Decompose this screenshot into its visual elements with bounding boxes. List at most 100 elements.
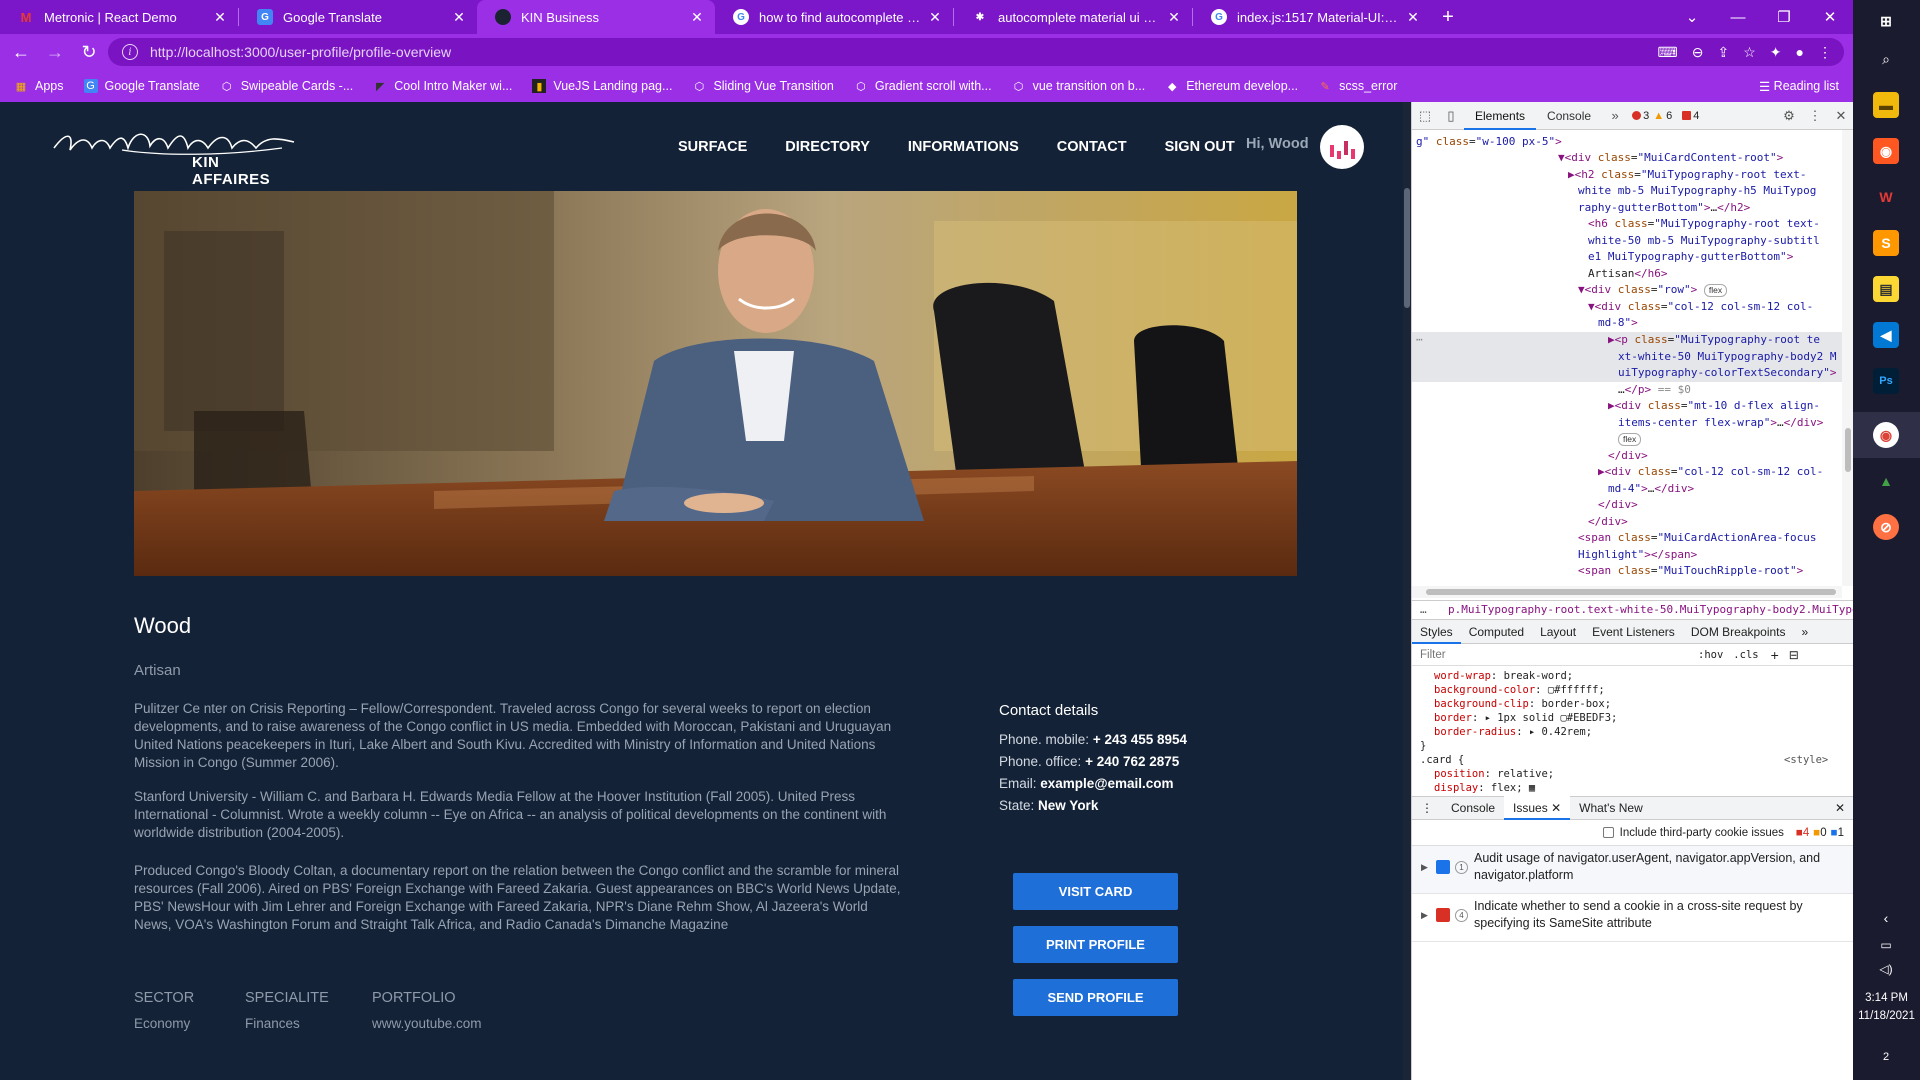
css-declaration[interactable]: border-radius: ▸ 0.42rem; [1434,726,1592,738]
new-style-rule-icon[interactable]: + [1771,647,1779,663]
extensions-puzzle-icon[interactable]: ✦ [1770,44,1782,61]
bookmark-item[interactable]: ✎ scss_error [1318,79,1397,93]
close-tab-icon[interactable]: ✕ [212,9,228,26]
tab-styles[interactable]: Styles [1412,620,1461,644]
css-declaration[interactable]: display: flex; ▦ [1434,782,1535,794]
close-window-icon[interactable]: ✕ [1807,0,1853,34]
reading-list-button[interactable]: ☰ Reading list [1759,70,1839,102]
share-icon[interactable]: ⇪ [1718,44,1730,61]
site-logo[interactable]: KIN AFFAIRES [52,126,297,188]
css-declaration[interactable]: background-clip: border-box; [1434,698,1611,710]
minimize-window-icon[interactable]: — [1715,0,1761,34]
dom-node[interactable]: ▼<div class="col-12 col-sm-12 col- [1588,299,1813,316]
drawer-menu-icon[interactable]: ⋮ [1412,796,1442,820]
error-count-badge[interactable]: 3 [1632,110,1649,122]
drawer-tab-issues[interactable]: Issues ✕ [1504,796,1571,820]
tab-computed[interactable]: Computed [1461,620,1532,644]
bookmark-star-icon[interactable]: ☆ [1743,44,1756,61]
postman-icon[interactable]: ◉ [1873,138,1899,164]
dom-node[interactable]: ▶<div class="col-12 col-sm-12 col- [1598,464,1823,481]
browser-tab[interactable]: G index.js:1517 Material-UI: The `g ✕ [1193,0,1431,34]
vscode-icon[interactable]: ◀ [1873,322,1899,348]
dom-horizontal-scrollbar[interactable] [1412,586,1842,598]
dom-node[interactable]: <span class="MuiCardActionArea-focus [1578,530,1816,547]
print-profile-button[interactable]: PRINT PROFILE [1013,926,1178,963]
new-tab-button[interactable]: + [1431,0,1465,34]
tray-chevron-icon[interactable]: ‹ [1873,905,1899,931]
bookmark-item[interactable]: ⬡ Swipeable Cards -... [220,79,353,93]
css-selector[interactable]: .card { [1420,754,1464,766]
nav-informations[interactable]: INFORMATIONS [908,139,1019,155]
device-toolbar-icon[interactable]: ▯ [1438,108,1464,124]
inspect-element-icon[interactable]: ⬚ [1412,108,1438,124]
site-info-icon[interactable]: i [122,44,138,60]
browser-tab-active[interactable]: KIN Business ✕ [477,0,715,34]
tab-console[interactable]: Console [1536,102,1602,130]
compass-app-icon[interactable]: ⊘ [1873,514,1899,540]
dom-node[interactable]: g" class="w-100 px-5"> [1416,134,1562,151]
close-icon[interactable]: ✕ [1551,801,1561,815]
third-party-checkbox[interactable] [1602,827,1614,838]
chrome-icon[interactable]: ◉ [1873,422,1899,448]
restore-window-icon[interactable]: ❐ [1761,0,1807,34]
styles-pane[interactable]: word-wrap: break-word; background-color:… [1412,666,1842,796]
more-tabs-icon[interactable]: » [1602,108,1628,123]
back-arrow-icon[interactable]: ← [4,34,38,70]
zoom-icon[interactable]: ⊖ [1692,44,1704,61]
nav-surface[interactable]: SURFACE [678,139,747,155]
bookmark-item[interactable]: ▮ VueJS Landing pag... [532,79,672,93]
bookmark-item[interactable]: ⬡ vue transition on b... [1012,79,1145,93]
bookmark-item[interactable]: ⬡ Gradient scroll with... [854,79,992,93]
cls-toggle[interactable]: .cls [1733,649,1758,661]
css-declaration[interactable]: position: relative; [1434,768,1554,780]
forward-arrow-icon[interactable]: → [38,34,72,70]
sublime-text-icon[interactable]: S [1873,230,1899,256]
avatar[interactable] [1320,125,1364,169]
issue-row[interactable]: ▶ 1 Audit usage of navigator.userAgent, … [1412,846,1854,894]
reload-icon[interactable]: ↻ [72,34,106,70]
rocket-app-icon[interactable]: ▲ [1873,468,1899,494]
send-profile-button[interactable]: SEND PROFILE [1013,979,1178,1016]
close-drawer-icon[interactable]: ✕ [1826,796,1854,820]
warning-count-badge[interactable]: ▲ 6 [1653,110,1672,122]
styles-filter-input[interactable] [1420,648,1690,661]
tab-event-listeners[interactable]: Event Listeners [1584,620,1683,644]
url-field[interactable]: i http://localhost:3000/user-profile/pro… [108,38,1844,66]
photoshop-icon[interactable]: Ps [1873,368,1899,394]
browser-tab[interactable]: G Google Translate ✕ [239,0,477,34]
css-source-link[interactable]: <style> [1784,754,1828,766]
more-subtabs-icon[interactable]: » [1794,620,1817,644]
bookmark-item[interactable]: G Google Translate [83,79,200,93]
visit-card-button[interactable]: VISIT CARD [1013,873,1178,910]
search-icon[interactable]: ⌕ [1873,46,1899,72]
dom-node[interactable]: ▶<div class="mt-10 d-flex align- [1608,398,1820,415]
close-devtools-icon[interactable]: ✕ [1828,108,1854,124]
bookmark-item[interactable]: ◤ Cool Intro Maker wi... [373,79,512,93]
settings-gear-icon[interactable]: ⚙ [1776,108,1802,124]
browser-tab[interactable]: M Metronic | React Demo ✕ [0,0,238,34]
close-tab-icon[interactable]: ✕ [1405,9,1421,26]
bookmark-item[interactable]: ◆ Ethereum develop... [1165,79,1298,93]
dom-breadcrumb[interactable]: … p.MuiTypography-root.text-white-50.MuiT… [1412,600,1854,620]
dom-node[interactable]: <span class="MuiTouchRipple-root"> [1578,563,1803,580]
notifications-icon[interactable]: 2 [1873,1044,1899,1070]
tab-dom-breakpoints[interactable]: DOM Breakpoints [1683,620,1794,644]
browser-tab[interactable]: G how to find autocomplete mater ✕ [715,0,953,34]
close-tab-icon[interactable]: ✕ [689,9,705,26]
taskbar-time[interactable]: 3:14 PM [1853,992,1920,1004]
hov-toggle[interactable]: :hov [1698,649,1723,661]
expand-arrow-icon[interactable]: ▶ [1421,862,1428,873]
css-declaration[interactable]: background-color: ▢#ffffff; [1434,684,1605,696]
profile-icon[interactable]: ● [1796,44,1804,60]
issues-count-badge[interactable]: 4 [1682,110,1699,122]
windows-start-icon[interactable]: ⊞ [1873,8,1899,34]
scrollbar-thumb[interactable] [1845,428,1851,472]
dom-tree[interactable]: g" class="w-100 px-5"> ▼<div class="MuiC… [1412,130,1842,580]
browser-tab[interactable]: ✱ autocomplete material ui search ✕ [954,0,1192,34]
network-icon[interactable]: ▭ [1873,932,1899,958]
scrollbar-thumb[interactable] [1404,188,1410,308]
scrollbar-thumb[interactable] [1426,589,1836,595]
translate-icon[interactable]: ⌨ [1658,44,1678,61]
wps-office-icon[interactable]: W [1873,184,1899,210]
css-declaration[interactable]: word-wrap: break-word; [1434,670,1573,682]
